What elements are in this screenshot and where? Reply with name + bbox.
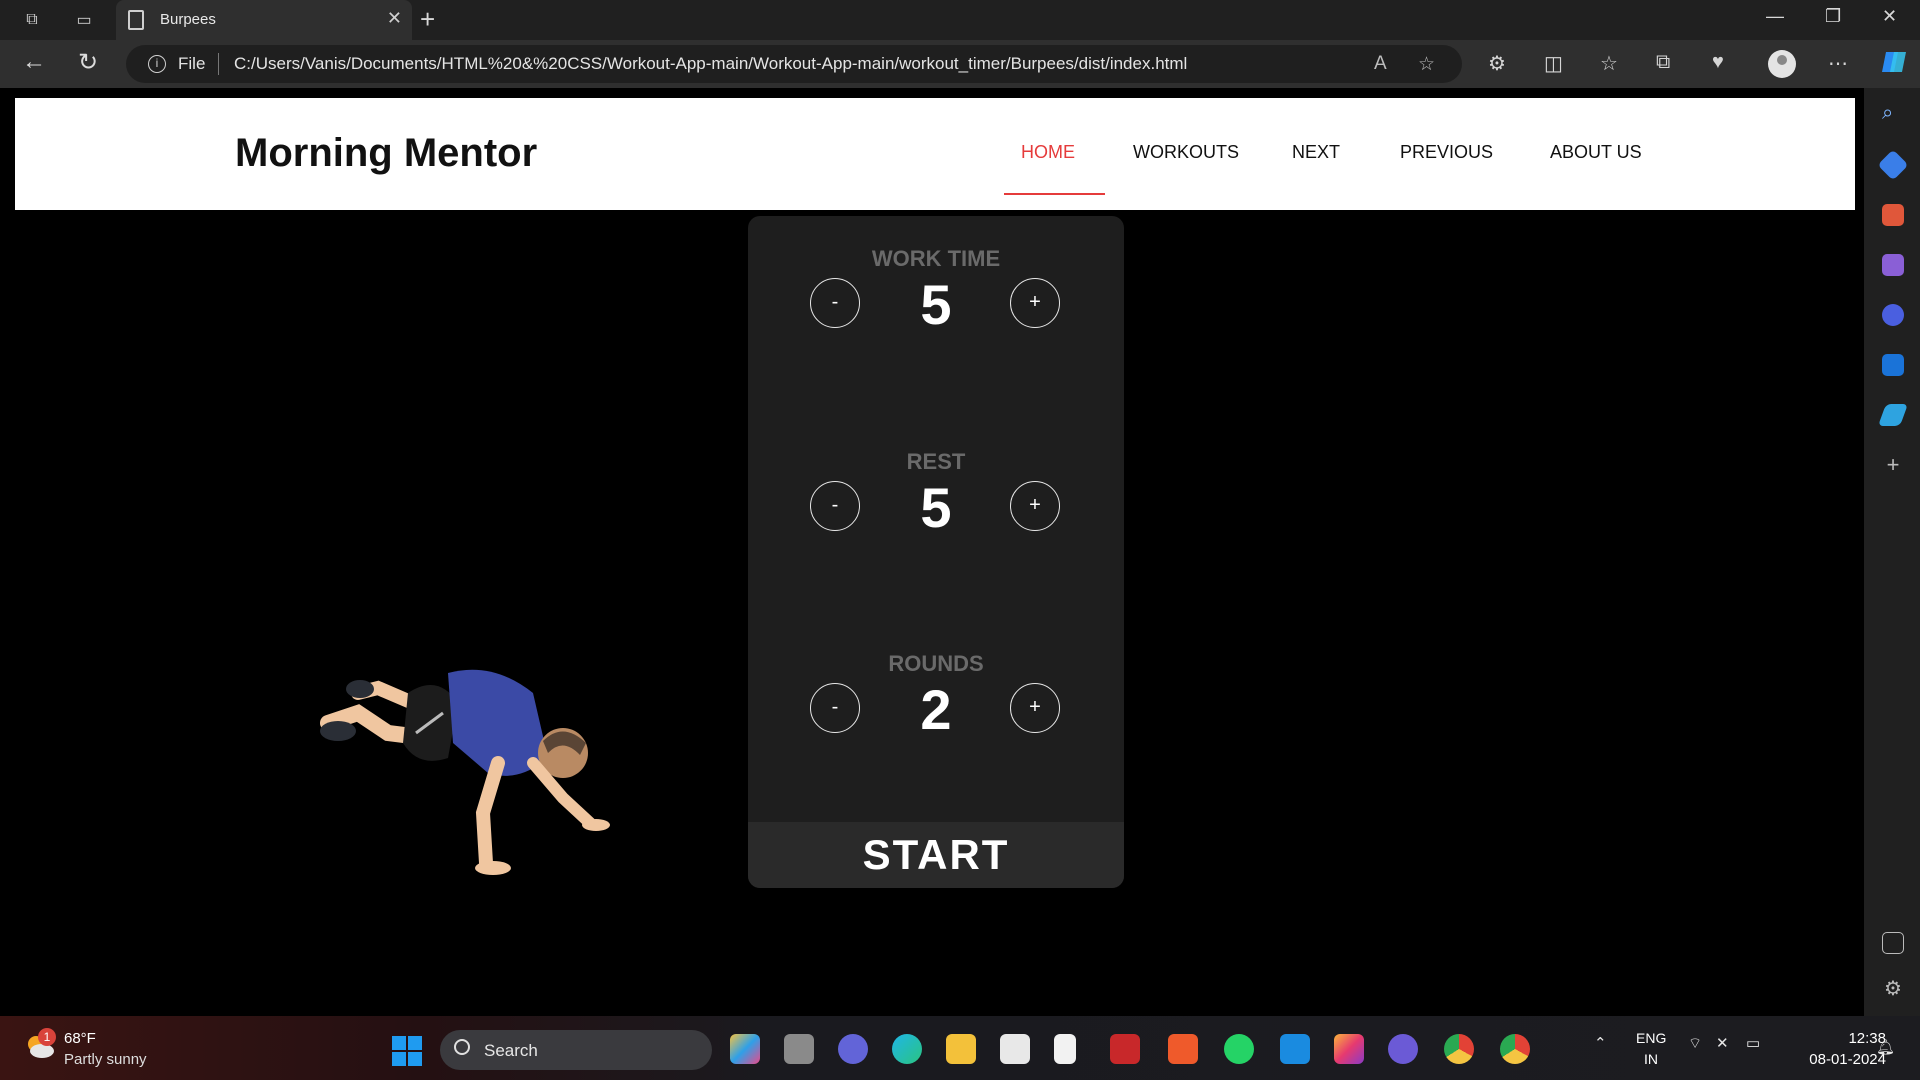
close-tab-icon[interactable]: ✕ [387, 8, 402, 29]
rounds-label: ROUNDS [888, 651, 984, 676]
work-time-value: 5 [920, 273, 952, 336]
rounds-increment-button[interactable]: + [1010, 683, 1060, 733]
window-close-icon[interactable]: ✕ [1882, 6, 1897, 27]
read-aloud-icon[interactable]: A [1374, 53, 1387, 75]
site-brand[interactable]: Morning Mentor [235, 131, 537, 176]
work-time-decrement-button[interactable]: - [810, 278, 860, 328]
rest-increment-button[interactable]: + [1010, 481, 1060, 531]
rest-label: REST [906, 449, 966, 474]
split-screen-icon[interactable]: ◫ [1544, 51, 1563, 76]
page-viewport: Morning Mentor HOME WORKOUTS NEXT PREVIO… [4, 88, 1864, 1016]
timer-card: WORK TIME - 5 + REST - 5 + ROUNDS - 2 + … [748, 216, 1124, 888]
page-icon [128, 10, 144, 30]
refresh-icon[interactable]: ↻ [78, 48, 98, 77]
rest-value: 5 [920, 476, 952, 539]
prime-video-icon[interactable] [1280, 1034, 1310, 1064]
region-indicator[interactable]: IN [1644, 1051, 1658, 1067]
work-time-increment-button[interactable]: + [1010, 278, 1060, 328]
games-icon[interactable] [1882, 254, 1904, 276]
rounds-value: 2 [920, 678, 952, 741]
chrome-profile-icon[interactable] [1500, 1034, 1530, 1064]
tab-actions-icon[interactable]: ▭ [72, 8, 96, 32]
task-view-icon[interactable] [784, 1034, 814, 1064]
favorites-icon[interactable]: ☆ [1600, 51, 1618, 76]
hide-sidebar-icon[interactable] [1882, 932, 1904, 954]
nav-previous[interactable]: PREVIOUS [1400, 142, 1493, 163]
settings-gear-icon[interactable]: ⚙ [1882, 976, 1904, 1000]
language-indicator[interactable]: ENG [1636, 1030, 1666, 1046]
minimize-icon[interactable]: — [1766, 6, 1784, 27]
nav-next[interactable]: NEXT [1292, 142, 1340, 163]
address-toolbar: ← ↻ i File C:/Users/Vanis/Documents/HTML… [0, 40, 1920, 88]
start-label: START [862, 831, 1010, 878]
address-bar[interactable]: i File C:/Users/Vanis/Documents/HTML%20&… [126, 45, 1462, 83]
taskbar: 1 68°F Partly sunny Search ⌃ ENG IN ⌔ ✕ … [0, 1016, 1920, 1080]
search-icon [454, 1039, 470, 1055]
chrome-icon[interactable] [1444, 1034, 1474, 1064]
volume-muted-icon[interactable]: ✕ [1716, 1034, 1729, 1052]
shopping-tag-icon[interactable] [1877, 149, 1909, 181]
collections-icon[interactable]: ⧉ [1656, 51, 1670, 74]
add-icon[interactable]: + [1882, 452, 1904, 477]
rest-decrement-button[interactable]: - [810, 481, 860, 531]
media-player-icon[interactable] [1388, 1034, 1418, 1064]
work-time-label: WORK TIME [871, 246, 1001, 271]
taskbar-search[interactable]: Search [440, 1030, 712, 1070]
nav-workouts[interactable]: WORKOUTS [1133, 142, 1239, 163]
brave-icon[interactable] [1168, 1034, 1198, 1064]
browser-essentials-icon[interactable]: ♥ [1712, 51, 1724, 74]
battery-icon[interactable]: ▭ [1746, 1034, 1760, 1052]
whatsapp-icon[interactable] [1224, 1034, 1254, 1064]
mcafee-icon[interactable] [1110, 1034, 1140, 1064]
teams-meet-icon[interactable] [838, 1034, 868, 1064]
notification-bell-icon[interactable]: 🔔︎ [1876, 1038, 1895, 1056]
restore-icon[interactable]: ❐ [1825, 6, 1841, 27]
copilot-app-icon[interactable] [730, 1034, 760, 1064]
weather-badge: 1 [38, 1028, 56, 1046]
m365-icon[interactable] [1882, 304, 1904, 326]
browser-tab-bar: ⧉ ▭ Burpees ✕ + — ❐ ✕ [0, 0, 1920, 40]
workspaces-icon[interactable]: ⧉ [20, 8, 44, 32]
search-icon[interactable]: ⌕ [1882, 102, 1904, 124]
url-text[interactable]: C:/Users/Vanis/Documents/HTML%20&%20CSS/… [234, 54, 1187, 74]
nav-active-underline [1004, 193, 1105, 195]
weather-temp: 68°F [64, 1030, 96, 1047]
edge-sidebar: ⌕ + ⚙ [1864, 88, 1920, 1016]
clock-date[interactable]: 08-01-2024 [1786, 1051, 1886, 1068]
browser-tab[interactable]: Burpees ✕ [116, 0, 412, 40]
new-tab-button[interactable]: + [420, 4, 435, 35]
instagram-icon[interactable] [1334, 1034, 1364, 1064]
file-label: File [178, 54, 206, 73]
info-icon[interactable]: i [148, 55, 166, 73]
edge-taskbar-icon[interactable] [892, 1034, 922, 1064]
search-placeholder: Search [484, 1041, 538, 1060]
back-arrow-icon[interactable]: ← [22, 48, 46, 76]
windows-start-icon[interactable] [392, 1036, 422, 1066]
copilot-icon[interactable] [1880, 48, 1908, 82]
ms-store-icon[interactable] [1000, 1034, 1030, 1064]
site-header: Morning Mentor HOME WORKOUTS NEXT PREVIO… [15, 98, 1855, 210]
file-explorer-icon[interactable] [946, 1034, 976, 1064]
nav-home[interactable]: HOME [1021, 142, 1075, 163]
start-button[interactable]: START [748, 822, 1124, 888]
notepad-icon[interactable] [1054, 1034, 1076, 1064]
extensions-icon[interactable]: ⚙ [1488, 51, 1506, 76]
outlook-icon[interactable] [1882, 354, 1904, 376]
drop-send-icon[interactable] [1877, 404, 1909, 426]
rounds-decrement-button[interactable]: - [810, 683, 860, 733]
wifi-icon[interactable]: ⌔ [1688, 1034, 1702, 1053]
burpee-figure [318, 663, 638, 903]
tab-title: Burpees [160, 11, 216, 28]
more-menu-icon[interactable]: ⋯ [1828, 51, 1848, 76]
weather-desc: Partly sunny [64, 1051, 147, 1068]
tools-briefcase-icon[interactable] [1882, 204, 1904, 226]
divider [218, 53, 219, 75]
favorite-star-icon[interactable]: ☆ [1418, 53, 1435, 76]
show-hidden-icons[interactable]: ⌃ [1594, 1034, 1607, 1052]
nav-about-us[interactable]: ABOUT US [1550, 142, 1642, 163]
profile-avatar[interactable] [1768, 50, 1796, 78]
